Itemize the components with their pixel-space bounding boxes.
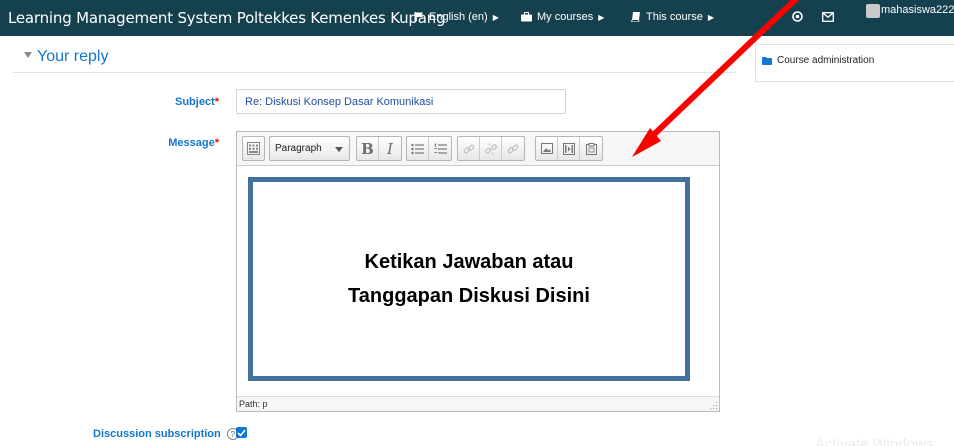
- numbered-list-icon: [434, 143, 447, 154]
- paragraph-format-value: Paragraph: [275, 143, 322, 154]
- messages-icon[interactable]: [822, 11, 834, 25]
- italic-icon: I: [387, 139, 393, 158]
- required-mark: *: [214, 137, 219, 149]
- my-courses-label: My courses: [537, 11, 594, 23]
- chevron-down-icon: [335, 147, 343, 152]
- unlink-icon: [484, 142, 497, 155]
- clipboard-icon: [585, 142, 597, 155]
- course-administration-label: Course administration: [777, 55, 875, 66]
- insert-image-button[interactable]: [536, 137, 558, 160]
- list-group: [406, 136, 452, 161]
- ordered-list-button[interactable]: [429, 137, 451, 160]
- media-icon: [562, 142, 575, 155]
- subject-input[interactable]: [236, 89, 566, 114]
- subject-label-text: Subject: [174, 96, 215, 108]
- image-icon: [540, 143, 553, 154]
- book-icon: [631, 12, 640, 22]
- course-administration-block: Course administration: [755, 44, 954, 82]
- text-style-group: B I: [356, 136, 402, 161]
- editor-toolbar: Paragraph B I: [237, 132, 719, 166]
- your-reply-section-toggle[interactable]: Your reply: [24, 48, 108, 66]
- anchor-link-icon: [507, 143, 519, 154]
- media-group: [535, 136, 603, 161]
- anchor-button[interactable]: [502, 137, 524, 160]
- italic-button[interactable]: I: [379, 137, 401, 160]
- manage-files-button[interactable]: [580, 137, 602, 160]
- discussion-subscription-label: Discussion subscription ?: [93, 428, 239, 440]
- discussion-subscription-checkbox[interactable]: [236, 427, 247, 438]
- avatar[interactable]: [866, 4, 880, 18]
- briefcase-icon: [521, 12, 532, 22]
- unordered-list-button[interactable]: [407, 137, 429, 160]
- bullet-list-icon: [411, 143, 424, 154]
- editor-statusbar: Path: p: [237, 396, 719, 411]
- callout-line-1: Ketikan Jawaban atau: [364, 251, 574, 273]
- insert-media-button[interactable]: [558, 137, 580, 160]
- paragraph-format-select[interactable]: Paragraph: [269, 136, 350, 161]
- resize-handle-icon[interactable]: [708, 400, 718, 410]
- toolbar-toggle-button[interactable]: [242, 136, 265, 161]
- element-path: Path: p: [239, 399, 268, 409]
- message-editor: Paragraph B I Ketikan Jawaban atau Tangg…: [236, 131, 720, 412]
- caret-right-icon: ▶: [707, 12, 715, 22]
- my-courses-menu[interactable]: My courses ▶: [521, 11, 604, 23]
- keyboard-grid-icon: [247, 142, 260, 155]
- instruction-callout: Ketikan Jawaban atau Tanggapan Diskusi D…: [248, 177, 690, 381]
- user-menu[interactable]: mahasiswa222: [881, 4, 954, 16]
- subject-label: Subject*: [140, 96, 219, 108]
- site-brand[interactable]: Learning Management System Poltekkes Kem…: [8, 9, 446, 27]
- link-group: [457, 136, 525, 161]
- message-content-area[interactable]: Ketikan Jawaban atau Tanggapan Diskusi D…: [237, 167, 719, 397]
- this-course-label: This course: [646, 11, 703, 23]
- discussion-subscription-text: Discussion subscription: [93, 428, 221, 440]
- collapse-triangle-icon: [24, 52, 32, 58]
- top-navbar: Learning Management System Poltekkes Kem…: [0, 0, 954, 36]
- language-label: English (en): [429, 11, 488, 23]
- this-course-menu[interactable]: This course ▶: [631, 11, 714, 23]
- activate-windows-watermark: Activate Windows: [815, 436, 934, 446]
- flag-icon: [414, 12, 423, 22]
- help-symbol: ?: [230, 429, 235, 439]
- checkmark-icon: [237, 429, 246, 437]
- message-label: Message*: [140, 137, 219, 149]
- language-menu[interactable]: English (en) ▶: [414, 11, 499, 23]
- bold-button[interactable]: B: [357, 137, 379, 160]
- caret-right-icon: ▶: [598, 12, 605, 22]
- unlink-button[interactable]: [480, 137, 502, 160]
- required-mark: *: [214, 96, 219, 108]
- message-label-text: Message: [168, 137, 215, 149]
- section-title: Your reply: [37, 48, 109, 65]
- bold-icon: B: [361, 139, 374, 158]
- caret-right-icon: ▶: [492, 12, 499, 22]
- link-icon: [463, 143, 474, 154]
- course-administration-link[interactable]: Course administration: [762, 55, 874, 66]
- link-button[interactable]: [458, 137, 480, 160]
- section-divider: [13, 72, 735, 73]
- callout-line-2: Tanggapan Diskusi Disini: [348, 285, 590, 307]
- folder-icon: [762, 56, 772, 65]
- notifications-icon[interactable]: [792, 11, 803, 25]
